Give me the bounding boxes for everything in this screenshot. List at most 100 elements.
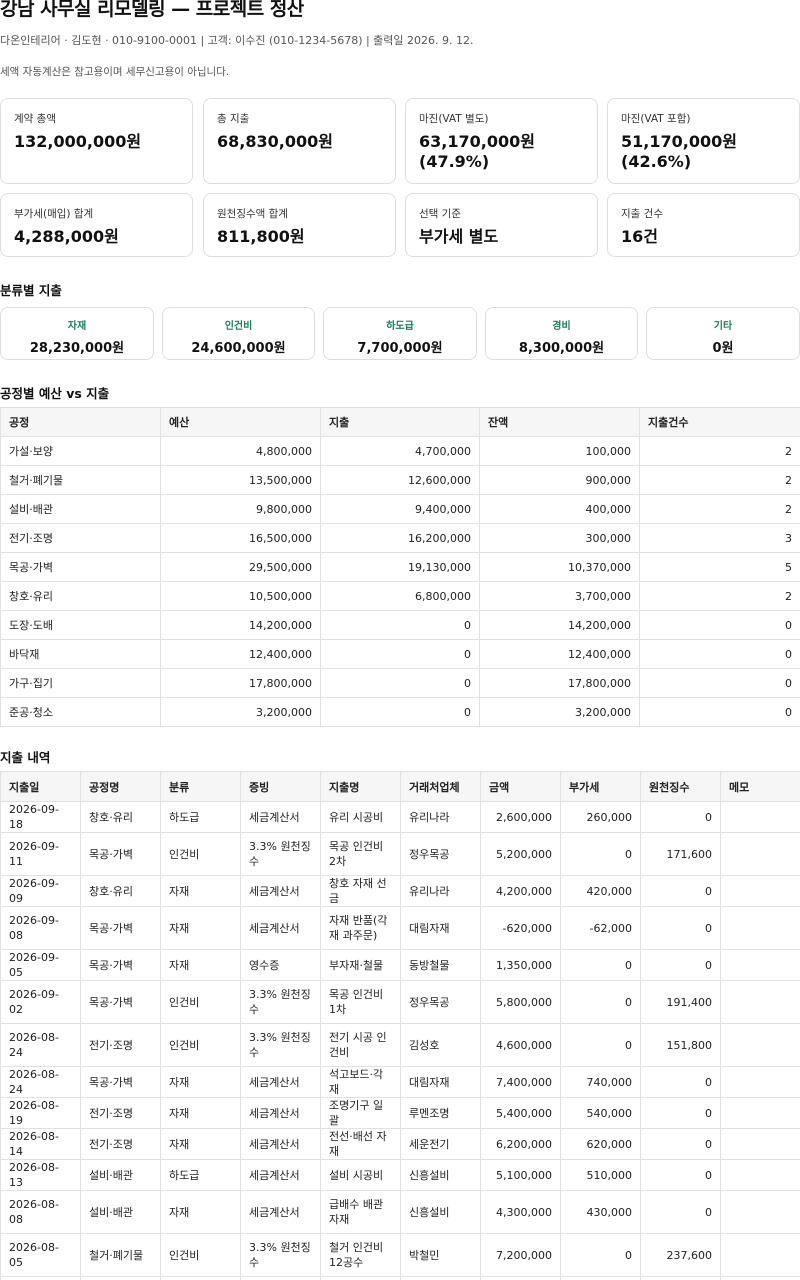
table-cell: 가설·보양: [0, 436, 161, 466]
table-row: 2026-08-05 철거·폐기물 인건비 3.3% 원천징수 철거 인건비 12공수 박…: [0, 1233, 800, 1277]
table-cell: 0: [320, 639, 480, 669]
card-value: 811,800원: [217, 227, 305, 246]
table-cell: 0: [320, 668, 480, 698]
column-header: 거래처업체: [400, 771, 481, 802]
table-cell: 0: [640, 801, 721, 833]
table-cell: 0: [560, 1233, 641, 1277]
table-cell: 자재: [160, 875, 241, 907]
project-meta: 다온인테리어 · 김도현 · 010-9100-0001 | 고객: 이수진 (…: [0, 34, 474, 47]
table-cell: 세금계산서: [240, 801, 321, 833]
table-cell: 유리나라: [400, 875, 481, 907]
table-cell: 12,600,000: [320, 465, 480, 495]
column-header: 부가세: [560, 771, 641, 802]
expense-table-header: 지출일 공정명 분류 증빙 지출명 거래처업체 금액 부가세 원천징수 메모: [0, 771, 800, 802]
table-cell: 12,400,000: [479, 639, 640, 669]
table-cell: 전기 시공 인건비: [320, 1023, 401, 1067]
table-cell: [720, 1066, 800, 1098]
table-cell: 세금계산서: [240, 906, 321, 950]
summary-card-vat-total: 부가세(매입) 합계 4,288,000원: [0, 193, 193, 257]
table-cell: 유리나라: [400, 801, 481, 833]
table-cell: 목공·가벽: [80, 832, 161, 876]
table-cell: 설비·배관: [80, 1190, 161, 1234]
summary-card-margin-excl-vat: 마진(VAT 별도) 63,170,000원 (47.9%): [405, 98, 598, 184]
table-cell: [400, 1276, 481, 1280]
table-cell: 2026-09-09: [0, 875, 81, 907]
table-cell: 740,000: [560, 1066, 641, 1098]
table-cell: 2026-08-05: [0, 1233, 81, 1277]
card-label: 마진(VAT 별도): [419, 113, 489, 125]
table-cell: 철거·폐기물: [0, 465, 161, 495]
column-header: 공정: [0, 407, 161, 437]
table-row: 2026-08-24 전기·조명 인건비 3.3% 원천징수 전기 시공 인건비 김성호 4…: [0, 1023, 800, 1067]
table-cell: 16,200,000: [320, 523, 480, 553]
table-cell: [720, 1276, 800, 1280]
table-cell: 10,500,000: [160, 581, 321, 611]
column-header: 지출건수: [639, 407, 800, 437]
table-cell: 7,400,000: [480, 1066, 561, 1098]
table-cell: 창호·유리: [80, 801, 161, 833]
table-cell: 전기·조명: [80, 1023, 161, 1067]
table-cell: 유리 시공비: [320, 801, 401, 833]
table-row: 바닥재 12,400,000 0 12,400,000 0: [0, 639, 800, 669]
table-cell: 5,100,000: [480, 1159, 561, 1191]
table-cell: [720, 832, 800, 876]
table-cell: 420,000: [560, 875, 641, 907]
table-cell: [720, 906, 800, 950]
table-cell: 0: [640, 906, 721, 950]
table-cell: 인건비: [160, 1233, 241, 1277]
table-cell: 정우목공: [400, 980, 481, 1024]
table-cell: 전기·조명: [0, 523, 161, 553]
table-cell: 자재: [160, 1066, 241, 1098]
budget-section-title: 공정별 예산 vs 지출: [0, 386, 110, 401]
table-row: 2026-09-02 목공·가벽 인건비 3.3% 원천징수 목공 인건비 1차 정우목공…: [0, 980, 800, 1024]
table-cell: 2026-08-19: [0, 1097, 81, 1129]
column-header: 공정명: [80, 771, 161, 802]
table-cell: 0: [640, 949, 721, 981]
table-cell: 목공·가벽: [80, 906, 161, 950]
table-cell: 목공 인건비 1차: [320, 980, 401, 1024]
table-cell: 2026-09-11: [0, 832, 81, 876]
table-cell: 6,800,000: [320, 581, 480, 611]
tax-disclaimer: 세액 자동계산은 참고용이며 세무신고용이 아닙니다.: [0, 66, 230, 78]
table-row: 2026-09-11 목공·가벽 인건비 3.3% 원천징수 목공 인건비 2차 정우목공…: [0, 832, 800, 876]
table-row: 2026-08-08 설비·배관 자재 세금계산서 급배수 배관 자재 신흥설비 4,300…: [0, 1190, 800, 1234]
table-cell: 0: [640, 1190, 721, 1234]
table-cell: [720, 1190, 800, 1234]
category-value: 28,230,000원: [29, 341, 125, 356]
table-cell: 자재: [160, 1128, 241, 1160]
settlement-page: 강남 사무실 리모델링 — 프로젝트 정산 다온인테리어 · 김도현 · 010…: [0, 0, 800, 1280]
category-label: 인건비: [224, 321, 253, 332]
table-cell: 620,000: [560, 1128, 641, 1160]
table-cell: 2026-08-24: [0, 1023, 81, 1067]
table-cell: 171,600: [640, 832, 721, 876]
table-cell: [240, 1276, 321, 1280]
table-row: 2026-08-19 전기·조명 자재 세금계산서 조명기구 일괄 루멘조명 5,400,0…: [0, 1097, 800, 1129]
table-cell: 3.3% 원천징수: [240, 1023, 321, 1067]
table-cell: 0: [320, 610, 480, 640]
table-cell: 1,350,000: [480, 949, 561, 981]
table-cell: 3.3% 원천징수: [240, 832, 321, 876]
card-value: 4,288,000원: [14, 227, 119, 246]
expense-section-title: 지출 내역: [0, 750, 51, 765]
table-cell: 237,600: [640, 1233, 721, 1277]
table-cell: 전기·조명: [80, 1097, 161, 1129]
table-cell: 루멘조명: [400, 1097, 481, 1129]
card-label: 지출 건수: [621, 208, 663, 220]
category-card-labor: 인건비 24,600,000원: [162, 307, 315, 360]
table-cell: 창호 자재 선금: [320, 875, 401, 907]
table-cell: 3,700,000: [479, 581, 640, 611]
table-cell: 인건비: [160, 980, 241, 1024]
table-cell: 조명기구 일괄: [320, 1097, 401, 1129]
table-cell: 정우목공: [400, 832, 481, 876]
table-cell: 0: [640, 1159, 721, 1191]
table-cell: 0: [560, 1023, 641, 1067]
card-value: 132,000,000원: [14, 132, 142, 151]
table-cell: 2: [639, 436, 800, 466]
table-cell: 세금계산서: [240, 1097, 321, 1129]
category-value: 8,300,000원: [518, 341, 605, 356]
table-cell: 3,200,000: [479, 697, 640, 727]
card-value: 63,170,000원 (47.9%): [419, 132, 535, 171]
table-cell: 목공·가벽: [80, 949, 161, 981]
table-cell: 3,200,000: [160, 697, 321, 727]
page-title: 강남 사무실 리모델링 — 프로젝트 정산: [0, 0, 304, 20]
